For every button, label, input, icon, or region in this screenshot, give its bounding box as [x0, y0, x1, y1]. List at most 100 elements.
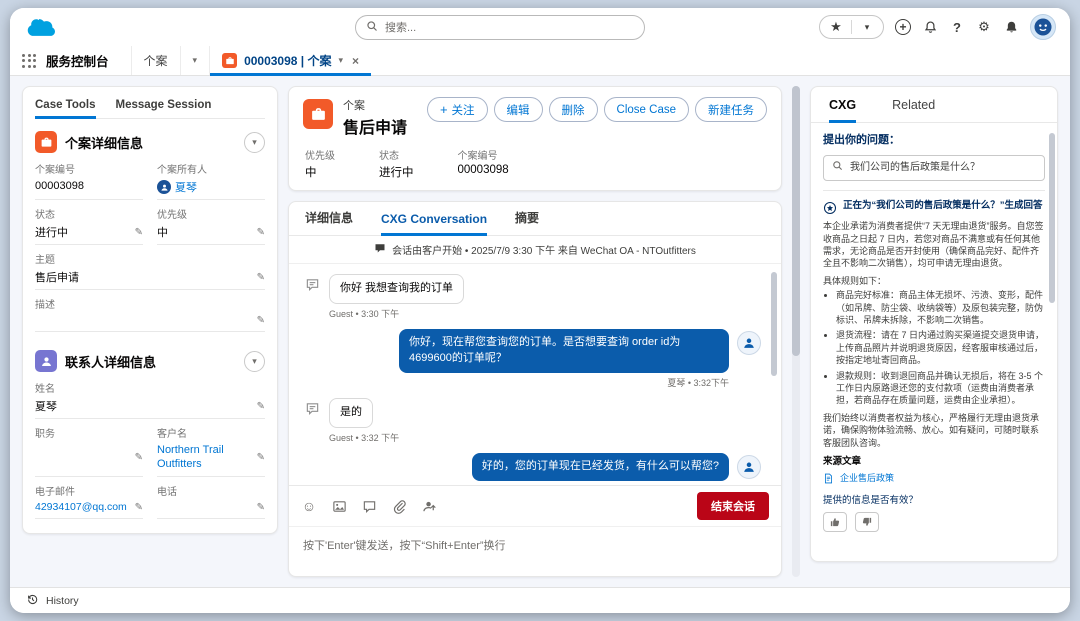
- help-icon[interactable]: ?: [949, 18, 965, 36]
- case-number-value: 00003098: [35, 179, 84, 192]
- case-icon: [303, 99, 333, 129]
- highlights-fields: 优先级 中 状态 进行中 个案编号 00003098: [305, 147, 767, 180]
- contact-details-title: 联系人详细信息: [65, 354, 157, 370]
- edit-pencil-icon[interactable]: ✎: [257, 272, 265, 283]
- history-icon[interactable]: [26, 593, 39, 609]
- global-search-input[interactable]: 搜索...: [355, 14, 645, 40]
- follow-button[interactable]: + 关注: [426, 97, 488, 122]
- chat-message-guest: 是的 Guest • 3:32 下午: [305, 397, 761, 444]
- edit-pencil-icon[interactable]: ✎: [257, 315, 265, 326]
- session-start-header: 会话由客户开始 • 2025/7/9 3:30 下午 来自 WeChat OA …: [289, 236, 781, 264]
- rule-item: 退货流程：请在 7 日内通过购买渠道提交退货申请，上传商品照片并说明退货原因，经…: [836, 329, 1045, 366]
- end-session-button[interactable]: 结束会话: [697, 492, 769, 520]
- main-scrollbar-thumb[interactable]: [792, 86, 800, 357]
- chevron-down-icon[interactable]: ▾: [193, 55, 198, 66]
- app-window: 搜索... ★ ▾ + ? ⚙ 服务控制台 个案 ▾ 00003098 | 个案…: [10, 8, 1070, 613]
- close-case-button[interactable]: Close Case: [603, 97, 689, 122]
- tab-details[interactable]: 详细信息: [305, 209, 353, 235]
- message-bubble: 好的，您的订单现在已经发货，有什么可以帮您?: [471, 452, 729, 481]
- highlight-case-number: 个案编号 00003098: [457, 151, 509, 176]
- source-article-link[interactable]: 企业售后政策: [840, 472, 894, 484]
- message-list: 你好 我想查询我的订单 Guest • 3:30 下午 你好，现在帮您查询您的订…: [289, 264, 781, 485]
- edit-button[interactable]: 编辑: [493, 97, 543, 122]
- favorites-star-icon[interactable]: ★: [828, 18, 844, 36]
- rule-item: 退款规则：收到退回商品并确认无损后，将在 3-5 个工作日内原路退还您的支付款项…: [836, 370, 1045, 407]
- utility-bar: History: [10, 587, 1070, 613]
- message-meta: Guest • 3:32 下午: [329, 432, 400, 443]
- app-launcher-icon[interactable]: [22, 53, 36, 68]
- attachment-icon[interactable]: [391, 498, 407, 514]
- thumbs-up-button[interactable]: [823, 511, 847, 532]
- field-case-owner: 个案所有人 夏琴: [157, 155, 265, 200]
- favorites-chevron-icon[interactable]: ▾: [859, 18, 875, 36]
- article-icon: [823, 473, 835, 487]
- nav-tab-cases-dropdown[interactable]: ▾: [179, 46, 210, 75]
- field-email: 电子邮件 42934107@qq.com ✎: [35, 477, 143, 519]
- case-details-menu-button[interactable]: ▾: [244, 131, 265, 153]
- source-label: 来源文章: [823, 456, 862, 468]
- owner-link[interactable]: 夏琴: [175, 179, 197, 195]
- edit-pencil-icon[interactable]: ✎: [257, 502, 265, 513]
- tab-cxg-conversation[interactable]: CXG Conversation: [381, 212, 488, 236]
- email-link[interactable]: 42934107@qq.com: [35, 501, 127, 513]
- history-label[interactable]: History: [46, 595, 79, 607]
- tab-summary[interactable]: 摘要: [515, 209, 539, 235]
- header-actions: ★ ▾ + ? ⚙: [819, 14, 1056, 40]
- guidance-icon[interactable]: [922, 18, 938, 36]
- user-avatar[interactable]: [1030, 14, 1056, 40]
- image-icon[interactable]: [331, 498, 347, 514]
- chevron-down-icon[interactable]: ▾: [338, 55, 343, 66]
- field-status: 状态 进行中 ✎: [35, 200, 143, 245]
- account-link[interactable]: Northern Trail Outfitters: [157, 443, 253, 472]
- question-text: 我们公司的售后政策是什么？: [850, 162, 980, 174]
- field-phone: 电话 ✎: [157, 477, 265, 519]
- thumbs-down-button[interactable]: [855, 511, 879, 532]
- channel-chat-icon: [305, 401, 321, 421]
- field-priority: 优先级 中 ✎: [157, 200, 265, 245]
- tab-related[interactable]: Related: [892, 98, 935, 122]
- field-case-number: 个案编号 00003098: [35, 155, 143, 200]
- feedback-question: 提供的信息是否有效？: [823, 494, 919, 506]
- new-task-button[interactable]: 新建任务: [695, 97, 767, 122]
- field-contact-name: 姓名 夏琴 ✎: [35, 374, 265, 419]
- contact-details-menu-button[interactable]: ▾: [244, 350, 265, 372]
- edit-pencil-icon[interactable]: ✎: [135, 227, 143, 238]
- field-account-name: 客户名 Northern Trail Outfitters ✎: [157, 419, 265, 477]
- edit-pencil-icon[interactable]: ✎: [257, 227, 265, 238]
- favorites-group[interactable]: ★ ▾: [819, 15, 884, 39]
- page-title: 售后申请: [343, 120, 408, 137]
- record-main-column: 个案 售后申请 +关注 编辑 删除 Close Case 新建任务 优先级 中: [288, 86, 782, 577]
- emoji-icon[interactable]: ☺: [301, 498, 317, 514]
- answer-outro: 我们始终以消费者权益为核心，严格履行无理由退货承诺，确保购物体验流畅、放心。如有…: [823, 412, 1040, 448]
- nav-tab-cases[interactable]: 个案: [130, 46, 180, 75]
- answer-heading: 正在为“我们公司的售后政策是什么？”生成回答: [843, 200, 1043, 212]
- record-actions: + 关注 编辑 删除 Close Case 新建任务: [426, 97, 767, 122]
- question-label: 提出你的问题：: [823, 134, 900, 146]
- edit-pencil-icon[interactable]: ✎: [257, 401, 265, 412]
- case-highlights-panel: 个案 售后申请 +关注 编辑 删除 Close Case 新建任务 优先级 中: [288, 86, 782, 191]
- edit-pencil-icon[interactable]: ✎: [135, 452, 143, 463]
- delete-button[interactable]: 删除: [548, 97, 598, 122]
- transfer-icon[interactable]: [421, 498, 437, 514]
- case-details-fields: 个案编号 00003098 个案所有人 夏琴 状态 进行中 ✎ 优先级 中 ✎ …: [35, 155, 265, 332]
- nav-tab-case-record[interactable]: 00003098 | 个案 ▾ ×: [209, 46, 372, 76]
- rules-label: 具体规则如下：: [823, 275, 887, 286]
- global-actions-icon[interactable]: +: [895, 19, 911, 35]
- case-details-header: 个案详细信息 ▾: [35, 131, 265, 153]
- question-input[interactable]: 我们公司的售后政策是什么？: [823, 155, 1045, 182]
- message-composer-input[interactable]: 按下'Enter'键发送，按下“Shift+Enter”换行: [289, 526, 781, 576]
- right-panel-scrollbar[interactable]: [1049, 133, 1055, 303]
- console-tab-bar: 服务控制台 个案 ▾ 00003098 | 个案 ▾ ×: [10, 46, 1070, 76]
- tab-message-session[interactable]: Message Session: [116, 97, 212, 118]
- close-tab-icon[interactable]: ×: [352, 54, 359, 68]
- edit-pencil-icon[interactable]: ✎: [257, 452, 265, 463]
- quick-text-icon[interactable]: [361, 498, 377, 514]
- message-meta: Guest • 3:30 下午: [329, 308, 400, 319]
- edit-pencil-icon[interactable]: ✎: [135, 502, 143, 513]
- tab-case-tools[interactable]: Case Tools: [35, 97, 96, 119]
- tab-cxg[interactable]: CXG: [829, 98, 857, 123]
- chat-message-agent: 你好，现在帮您查询您的订单。是否想要查询 order id为4699600的订单…: [305, 328, 761, 389]
- setup-gear-icon[interactable]: ⚙: [976, 18, 992, 36]
- messages-scrollbar[interactable]: [771, 272, 777, 376]
- notifications-bell-icon[interactable]: [1003, 18, 1019, 36]
